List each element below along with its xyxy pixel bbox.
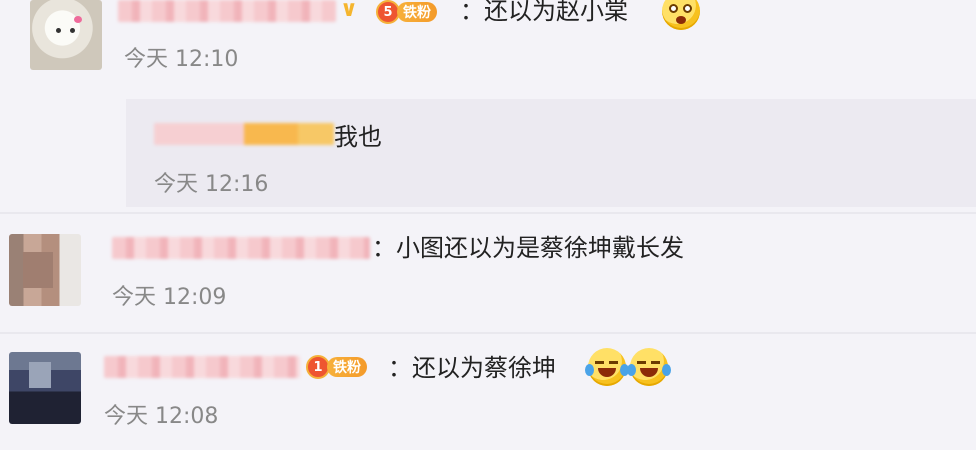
fan-badge-label: 铁粉 <box>327 357 367 377</box>
fan-badge[interactable]: 5 铁粉 <box>376 0 437 25</box>
avatar[interactable] <box>9 234 81 306</box>
laugh-cry-emoji-icon <box>585 348 629 386</box>
username-blurred[interactable] <box>118 0 336 22</box>
username-blurred[interactable] <box>112 237 370 259</box>
avatar[interactable] <box>9 352 81 424</box>
avatar[interactable] <box>30 0 102 70</box>
fan-badge[interactable]: 1 铁粉 <box>306 354 367 380</box>
comment-text: ：小图还以为是蔡徐坤戴长发 <box>372 234 684 262</box>
divider <box>0 332 976 334</box>
comment-timestamp: 今天 12:10 <box>124 47 239 72</box>
comment-timestamp: 今天 12:08 <box>104 404 219 429</box>
divider <box>0 212 976 214</box>
fan-badge-label: 铁粉 <box>397 2 437 22</box>
reply-text: 我也 <box>334 123 382 151</box>
username-blurred[interactable] <box>104 356 300 378</box>
comment-timestamp: 今天 12:09 <box>112 285 227 310</box>
surprised-emoji-icon <box>662 0 700 30</box>
comment-text: ：还以为赵小棠 <box>460 0 628 25</box>
reply-box[interactable]: 我也 今天 12:16 <box>126 99 976 207</box>
laugh-cry-emoji-icon <box>627 348 671 386</box>
reply-username-blurred[interactable] <box>154 123 334 145</box>
verified-icon: ∨ <box>340 0 358 22</box>
reply-timestamp: 今天 12:16 <box>154 172 269 197</box>
comment-text: ：还以为蔡徐坤 <box>388 354 556 382</box>
